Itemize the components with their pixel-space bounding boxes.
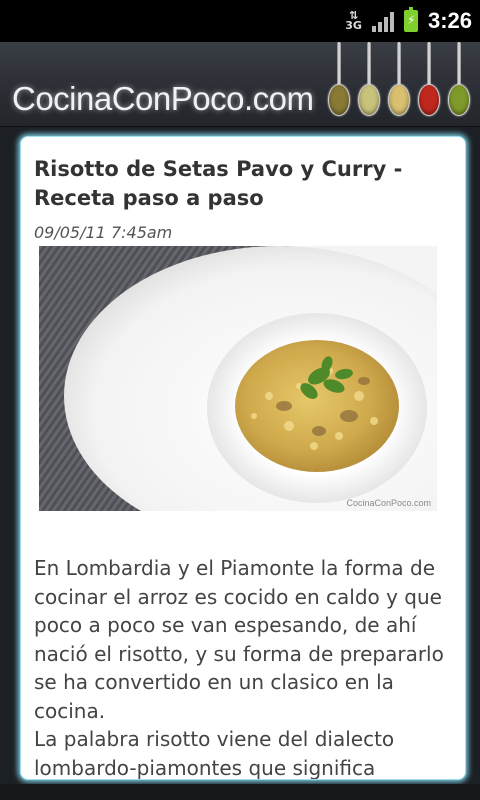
spice-spoons-decoration — [328, 42, 470, 122]
spoon-icon — [418, 42, 440, 120]
3g-icon: ⇅ 3G — [345, 9, 362, 32]
spoon-icon — [448, 42, 470, 120]
signal-icon — [371, 10, 394, 32]
risotto-photo-image — [39, 246, 437, 511]
article-body: En Lombardia y el Piamonte la forma de c… — [34, 554, 454, 780]
article-paragraph: En Lombardia y el Piamonte la forma de c… — [34, 556, 444, 723]
bottom-edge — [0, 784, 480, 800]
article-card[interactable]: Risotto de Setas Pavo y Curry - Receta p… — [20, 136, 466, 780]
status-icons: ⇅ 3G ⚡ 3:26 — [345, 0, 472, 42]
spoon-icon — [358, 42, 380, 120]
status-time: 3:26 — [427, 8, 472, 33]
spoon-icon — [388, 42, 410, 120]
battery-charging-icon: ⚡ — [403, 7, 418, 32]
article-title[interactable]: Risotto de Setas Pavo y Curry - Receta p… — [34, 155, 454, 213]
spoon-icon — [328, 42, 350, 120]
site-header: CocinaConPoco.com — [0, 42, 480, 127]
status-bar: ⇅ 3G ⚡ 3:26 — [0, 0, 480, 42]
photo-watermark: CocinaConPoco.com — [346, 498, 431, 508]
risotto-photo[interactable]: CocinaConPoco.com — [39, 246, 437, 511]
site-logo-title[interactable]: CocinaConPoco.com — [12, 80, 314, 118]
article-date: 09/05/11 7:45am — [34, 223, 173, 242]
article-paragraph: La palabra risotto viene del dialecto lo… — [34, 727, 395, 780]
